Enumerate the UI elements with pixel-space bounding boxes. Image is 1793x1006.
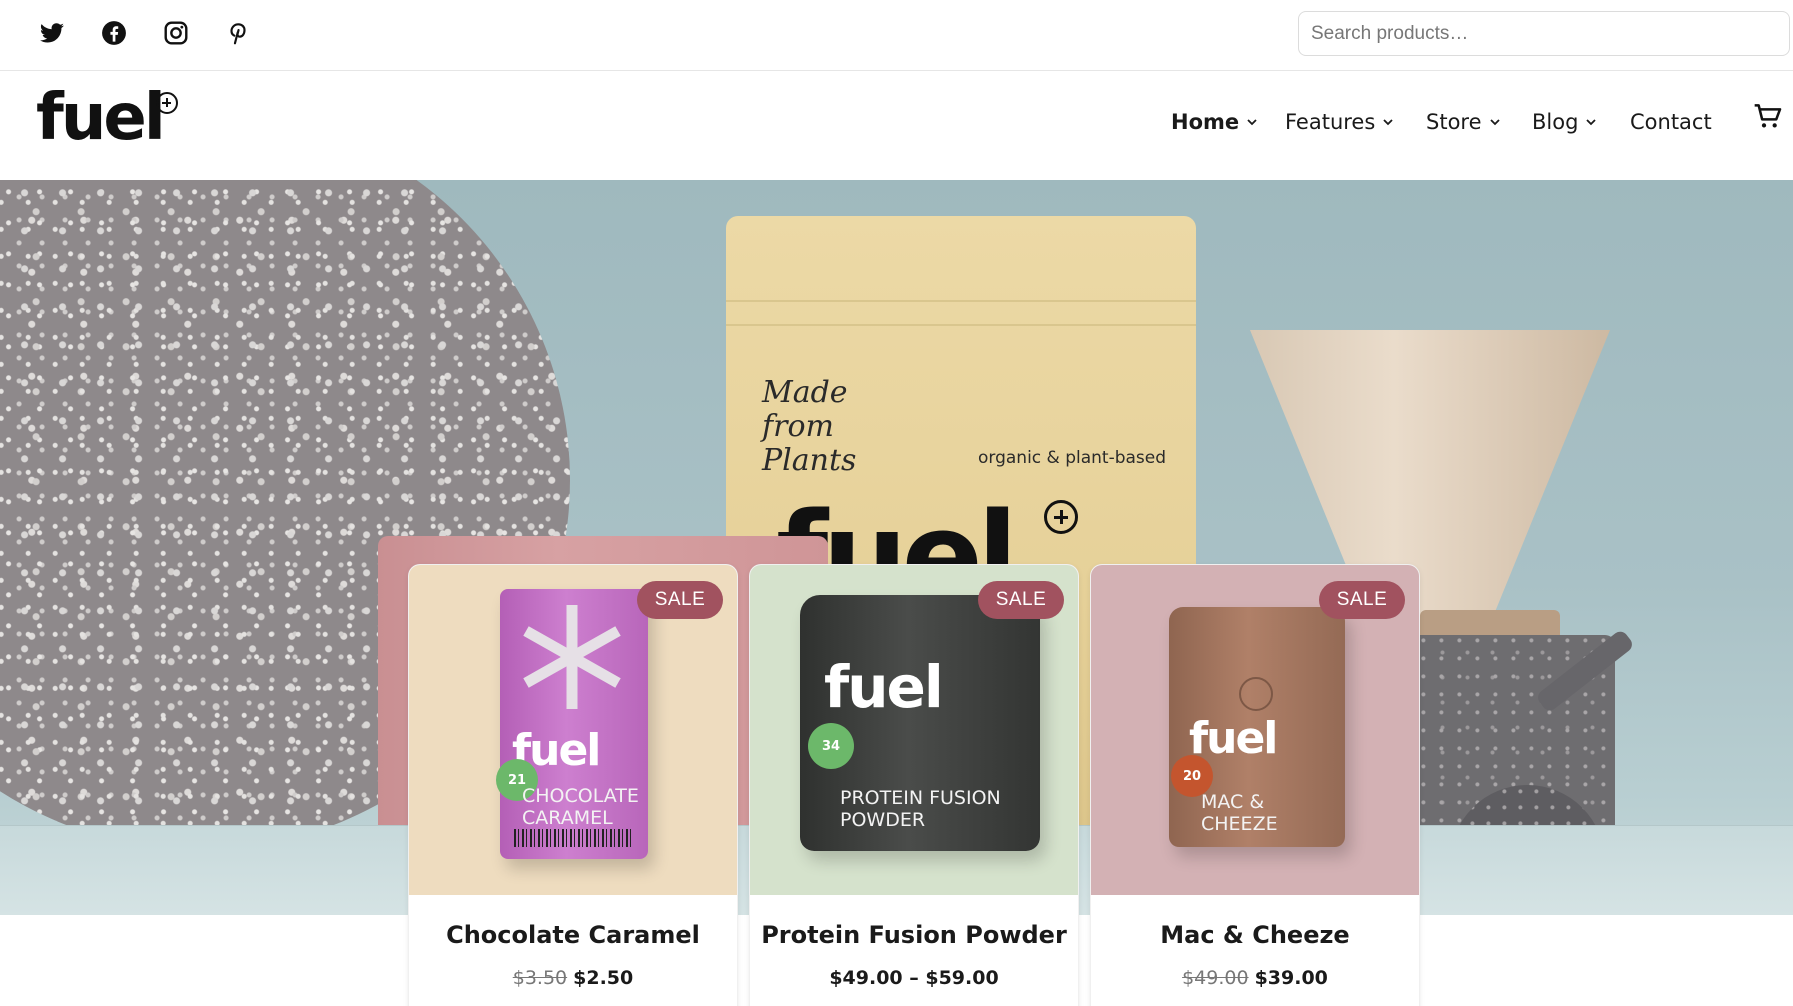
nav-features[interactable]: Features — [1285, 102, 1395, 142]
nav-contact[interactable]: Contact — [1630, 102, 1712, 142]
product-card[interactable]: fuel 20 MAC & CHEEZE SALE Mac & Cheeze $… — [1090, 564, 1420, 1006]
pouch-seal — [726, 300, 1196, 326]
pack-label: PROTEIN FUSION POWDER — [840, 787, 1001, 831]
pack-label: MAC & CHEEZE — [1201, 791, 1278, 835]
product-price: $49.00 – $59.00 — [750, 967, 1078, 989]
instagram-icon[interactable] — [161, 18, 191, 48]
logo-plus-icon — [156, 92, 178, 114]
pinterest-icon[interactable] — [223, 18, 253, 48]
barcode — [514, 829, 634, 847]
old-price: $3.50 — [512, 967, 568, 989]
chevron-down-icon — [1489, 119, 1500, 126]
site-header: fuel Home Features Store Blog Contact — [0, 72, 1793, 180]
pack-valve — [1239, 677, 1273, 711]
chevron-down-icon — [1586, 119, 1597, 126]
nav-label: Home — [1171, 110, 1240, 134]
product-image[interactable]: fuel 20 MAC & CHEEZE SALE — [1091, 565, 1419, 895]
pack-label: CHOCOLATE CARAMEL — [522, 785, 639, 829]
nav-label: Contact — [1630, 110, 1712, 134]
chevron-down-icon — [1383, 119, 1393, 126]
pack-count-badge: 34 — [808, 723, 854, 769]
product-price: $49.00 $39.00 — [1091, 967, 1419, 989]
pouch-script-text: Made from Plants — [762, 375, 857, 478]
old-price: $49.00 — [1182, 967, 1249, 989]
sale-badge: SALE — [978, 581, 1064, 619]
product-title[interactable]: Protein Fusion Powder — [750, 921, 1078, 949]
product-card[interactable]: fuel 34 PROTEIN FUSION POWDER SALE Prote… — [749, 564, 1079, 1006]
pack-brand: fuel — [824, 653, 944, 721]
product-image[interactable]: fuel 34 PROTEIN FUSION POWDER SALE — [750, 565, 1078, 895]
sale-badge: SALE — [1319, 581, 1405, 619]
nav-label: Features — [1285, 110, 1376, 134]
product-info: Mac & Cheeze $49.00 $39.00 — [1091, 895, 1419, 1006]
pouch-tag-text: organic & plant-based — [978, 448, 1167, 468]
fuel-logo[interactable]: fuel — [36, 78, 186, 158]
search-input[interactable] — [1298, 11, 1790, 56]
product-info: Chocolate Caramel $3.50 $2.50 — [409, 895, 737, 1006]
product-image[interactable]: fuel 21 CHOCOLATE CARAMEL SALE — [409, 565, 737, 895]
cart-icon[interactable] — [1752, 100, 1784, 132]
product-pack: fuel 20 MAC & CHEEZE — [1169, 607, 1345, 847]
product-info: Protein Fusion Powder $49.00 – $59.00 — [750, 895, 1078, 1006]
product-card[interactable]: fuel 21 CHOCOLATE CARAMEL SALE Chocolate… — [408, 564, 738, 1006]
nav-store[interactable]: Store — [1426, 102, 1502, 142]
sale-price: $2.50 — [573, 967, 634, 989]
product-pack: fuel 21 CHOCOLATE CARAMEL — [496, 589, 648, 859]
logo-text: fuel — [36, 81, 166, 155]
sale-price: $49.00 – $59.00 — [829, 967, 999, 989]
facebook-icon[interactable] — [99, 18, 129, 48]
nav-label: Blog — [1532, 110, 1579, 134]
pouch-plus-icon — [1044, 500, 1078, 534]
product-pack: fuel 34 PROTEIN FUSION POWDER — [800, 595, 1040, 851]
chevron-down-icon — [1247, 119, 1257, 126]
twitter-icon[interactable] — [37, 18, 67, 48]
product-title[interactable]: Chocolate Caramel — [409, 921, 737, 949]
nav-home[interactable]: Home — [1171, 102, 1259, 142]
nav-label: Store — [1426, 110, 1482, 134]
nav-blog[interactable]: Blog — [1532, 102, 1598, 142]
product-price: $3.50 $2.50 — [409, 967, 737, 989]
top-bar — [0, 0, 1793, 71]
asterisk-graphic-icon — [523, 605, 621, 709]
pack-brand: fuel — [1189, 713, 1278, 764]
product-title[interactable]: Mac & Cheeze — [1091, 921, 1419, 949]
sale-badge: SALE — [637, 581, 723, 619]
sale-price: $39.00 — [1254, 967, 1328, 989]
